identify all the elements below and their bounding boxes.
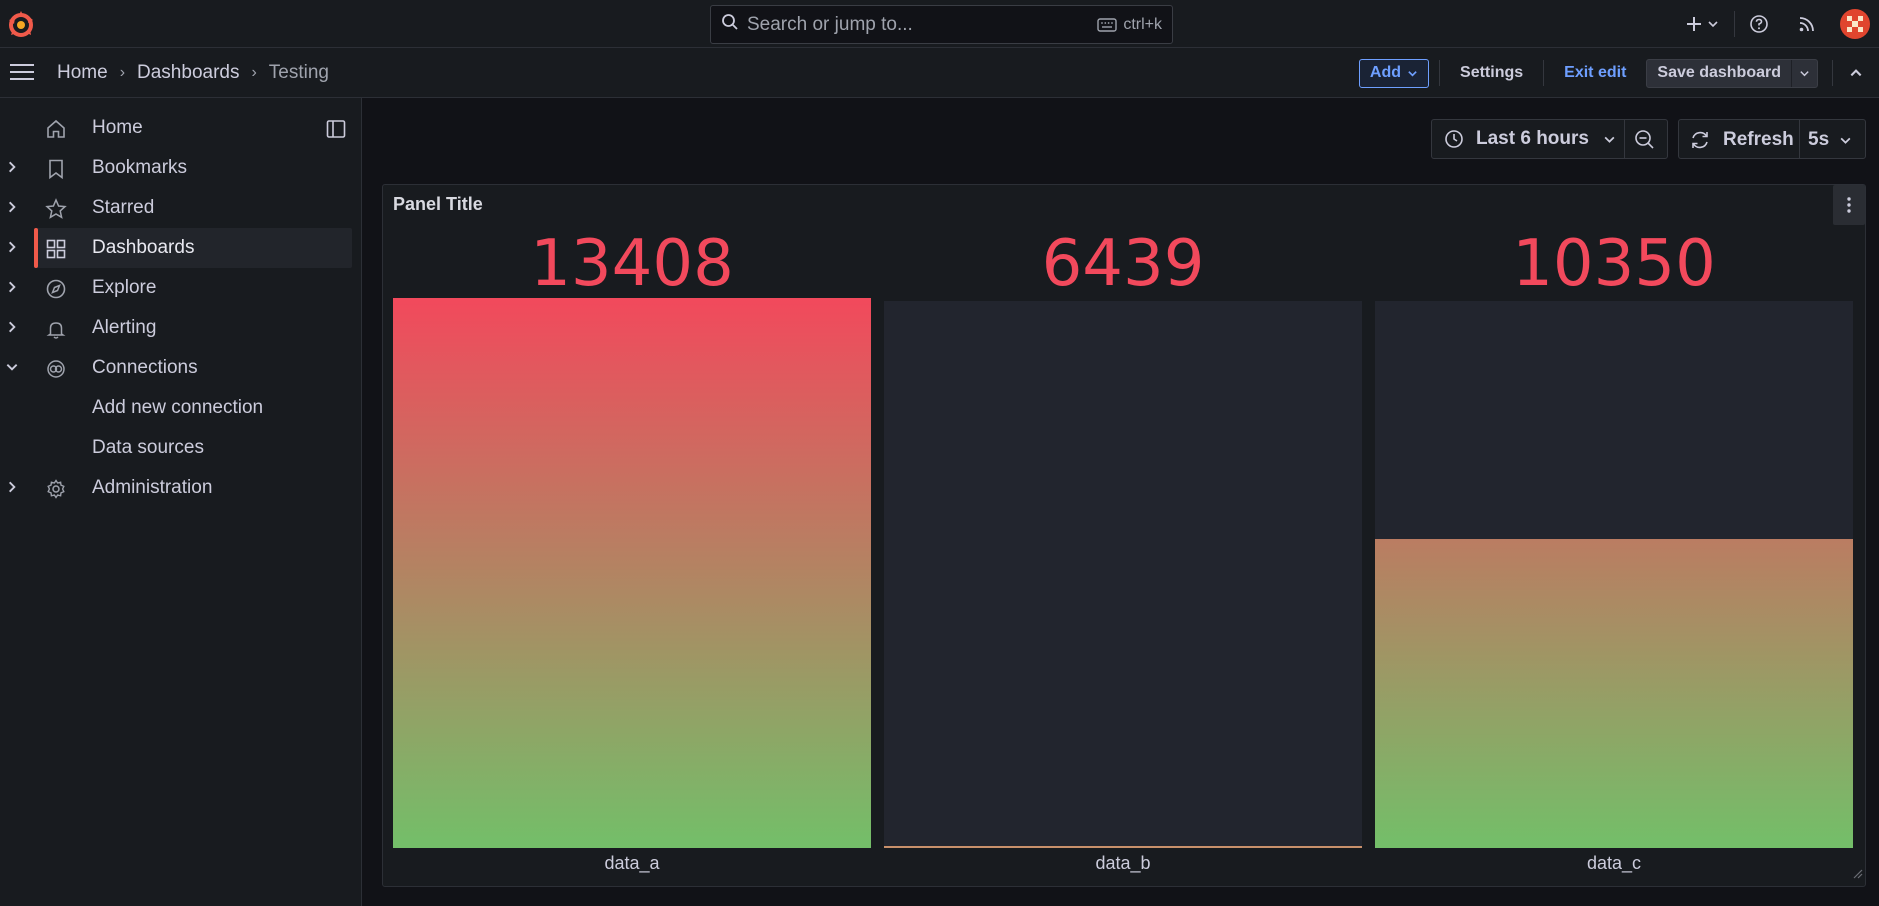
chevron-right-icon[interactable] [5, 480, 19, 494]
chevron-down-icon [1708, 21, 1718, 28]
panel-title[interactable]: Panel Title [393, 194, 483, 215]
collapse-toolbar-button[interactable] [1833, 48, 1879, 98]
gauge-bar-baseline [884, 846, 1362, 848]
chevron-right-icon[interactable] [5, 280, 19, 294]
bell-icon [46, 322, 66, 339]
menu-toggle-button[interactable] [9, 62, 35, 87]
chevron-up-icon [1850, 69, 1862, 77]
rss-icon [1799, 17, 1814, 32]
new-menu-button[interactable] [1678, 15, 1726, 33]
breadcrumb-dashboards[interactable]: Dashboards [137, 62, 239, 84]
gauge-bar-background [393, 298, 871, 848]
home-icon [47, 119, 65, 138]
gauge-value: 10350 [1512, 227, 1716, 301]
sidebar-item-starred[interactable]: Starred [0, 188, 352, 228]
gauge-bar-fill [1375, 539, 1853, 848]
dock-menu-button[interactable] [326, 119, 346, 144]
chevron-down-icon[interactable] [5, 360, 19, 374]
chevron-right-icon: › [251, 64, 257, 81]
add-button[interactable]: Add [1358, 58, 1430, 88]
help-button[interactable] [1735, 14, 1783, 34]
breadcrumb: Home › Dashboards › Testing [57, 48, 329, 98]
bookmark-icon [49, 159, 63, 180]
help-icon [1750, 15, 1768, 33]
search-input[interactable]: Search or jump to... ctrl+k [710, 5, 1173, 44]
gauge-label: data_b [1095, 853, 1151, 873]
star-icon [45, 198, 67, 219]
panel-resize-handle[interactable] [1851, 866, 1863, 884]
sidebar-item-explore[interactable]: Explore [0, 268, 352, 308]
time-range-picker[interactable]: Last 6 hours [1431, 119, 1668, 159]
gauge-label: data_a [604, 853, 660, 873]
sidebar-item-data-sources[interactable]: Data sources [0, 428, 352, 468]
zoom-out-button[interactable] [1633, 128, 1655, 155]
chevron-right-icon[interactable] [5, 160, 19, 174]
sidebar-item-connections[interactable]: Connections [0, 348, 352, 388]
breadcrumb-current: Testing [268, 62, 329, 83]
search-placeholder: Search or jump to... [747, 13, 913, 35]
refresh-picker: Refresh 5s [1678, 119, 1866, 159]
chevron-down-icon [1840, 137, 1851, 144]
chevron-down-icon [1800, 70, 1809, 76]
settings-button[interactable]: Settings [1440, 64, 1543, 82]
cog-icon [47, 479, 65, 499]
zoom-out-icon [1635, 130, 1654, 149]
gauge-bar-fill [393, 298, 871, 848]
breadcrumb-home[interactable]: Home [57, 62, 108, 84]
chevron-right-icon[interactable] [5, 200, 19, 214]
sidebar-item-bookmarks[interactable]: Bookmarks [0, 148, 352, 188]
panel-menu-button[interactable] [1833, 185, 1865, 225]
save-options-dropdown[interactable] [1791, 59, 1817, 87]
chevron-down-icon [1408, 70, 1417, 77]
divider [1624, 120, 1625, 158]
apps-icon [46, 239, 66, 259]
dashboard-actions: Add Settings Exit edit Save dashboard [1358, 48, 1879, 98]
sidebar-item-add-new-connection[interactable]: Add new connection [0, 388, 352, 428]
gauge-panel[interactable]: Panel Title 13408 data_a 6439 data_b 103… [382, 184, 1866, 887]
gauge-bar-background [1375, 301, 1853, 848]
search-shortcut: ctrl+k [1097, 16, 1162, 34]
sidebar-item-dashboards[interactable]: Dashboards [9, 228, 352, 268]
grafana-logo-icon[interactable] [4, 8, 38, 42]
dock-icon [326, 120, 346, 138]
connections-icon [47, 360, 65, 378]
chevron-right-icon[interactable] [5, 240, 19, 254]
time-range-label: Last 6 hours [1476, 128, 1589, 149]
resize-icon [1853, 869, 1863, 879]
sidebar-item-home[interactable]: Home [0, 108, 352, 148]
chevron-right-icon[interactable] [5, 320, 19, 334]
gauge-value: 13408 [530, 227, 734, 301]
sidebar-item-administration[interactable]: Administration [0, 468, 352, 508]
clock-icon [1445, 130, 1463, 148]
search-icon [721, 13, 739, 36]
divider [1799, 120, 1800, 158]
exit-edit-button[interactable]: Exit edit [1544, 64, 1646, 82]
chevron-down-icon [1604, 136, 1615, 143]
keyboard-icon [1097, 17, 1118, 32]
sync-icon [1692, 131, 1708, 149]
gauge-bar-background [884, 301, 1362, 848]
save-dashboard-button[interactable]: Save dashboard [1646, 58, 1818, 88]
sidebar-item-alerting[interactable]: Alerting [0, 308, 352, 348]
dashboard-toolbar: Home › Dashboards › Testing Add Settings… [0, 48, 1879, 98]
refresh-interval-dropdown[interactable]: 5s [1808, 129, 1852, 151]
gauge-value: 6439 [1041, 227, 1205, 301]
refresh-label[interactable]: Refresh [1723, 129, 1794, 151]
hamburger-icon [10, 64, 34, 80]
top-bar: Search or jump to... ctrl+k [0, 0, 1879, 48]
refresh-button[interactable] [1689, 129, 1711, 156]
active-indicator [34, 228, 38, 268]
user-menu-button[interactable] [1831, 9, 1879, 39]
sidebar-nav: Home Bookmarks Starred Dashboards Explor… [0, 98, 362, 906]
kebab-menu-icon [1847, 197, 1851, 213]
compass-icon [46, 279, 66, 299]
top-right-actions [1678, 0, 1879, 48]
plus-icon [1687, 17, 1701, 31]
gauge-label: data_c [1586, 853, 1642, 873]
avatar [1840, 9, 1870, 39]
news-button[interactable] [1783, 15, 1831, 33]
chevron-right-icon: › [119, 64, 126, 81]
